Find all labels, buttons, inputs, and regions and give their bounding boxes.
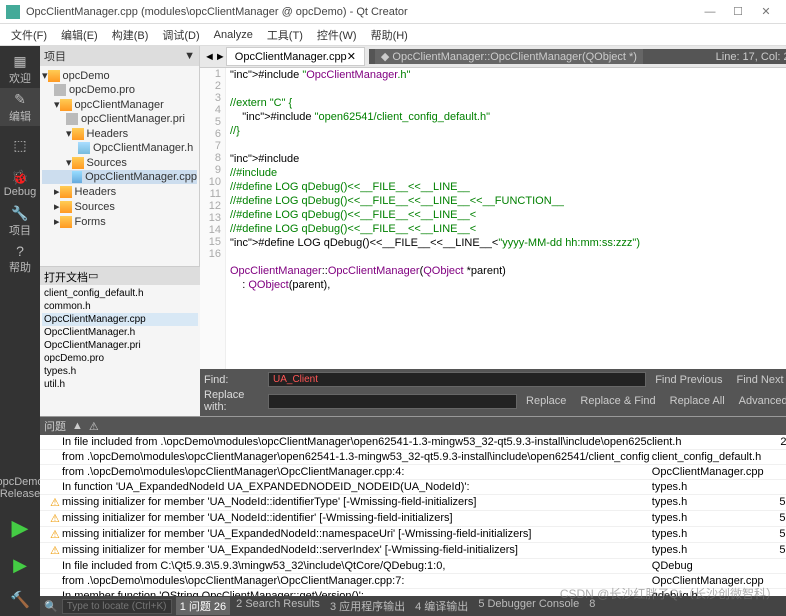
watermark: CSDN @长沙红胖子Qt（长沙创微智科） (560, 585, 778, 602)
tree-node[interactable]: ▾opcClientManager (42, 97, 197, 112)
issue-row[interactable]: from .\opcDemo\modules\opcClientManager\… (40, 465, 786, 480)
output-tab[interactable]: 2 Search Results (232, 597, 324, 615)
open-file-item[interactable]: opcDemo.pro (42, 352, 198, 365)
tree-node[interactable]: ▸Forms (42, 214, 197, 229)
warning-filter-icon[interactable]: ⚠ (89, 420, 99, 433)
output-tab[interactable]: 1 问题 26 (176, 597, 230, 615)
find-input[interactable] (268, 372, 646, 387)
project-tree[interactable]: ▾opcDemo opcDemo.pro▾opcClientManager op… (40, 66, 199, 231)
replace-all-button[interactable]: Replace All (665, 394, 730, 408)
nav-fwd-icon[interactable]: ► (215, 51, 226, 63)
issue-row[interactable]: ⚠missing initializer for member 'UA_Node… (40, 495, 786, 511)
split-icon[interactable]: ▭ (88, 269, 98, 283)
maximize-button[interactable]: ☐ (724, 5, 752, 18)
menu-item[interactable]: 文件(F) (4, 25, 54, 45)
issue-row[interactable]: In file included from .\opcDemo\modules\… (40, 435, 786, 450)
menu-item[interactable]: 控件(W) (310, 25, 364, 45)
filter-icon[interactable]: ▼ (184, 50, 195, 62)
issue-row[interactable]: from .\opcDemo\modules\opcClientManager\… (40, 450, 786, 465)
close-button[interactable]: ✕ (752, 5, 780, 18)
build-button[interactable]: 🔨 (4, 584, 36, 616)
menu-item[interactable]: 工具(T) (260, 25, 310, 45)
minimize-button[interactable]: — (696, 6, 724, 18)
cursor-position: Line: 17, Col: 22 (716, 51, 786, 63)
issue-row[interactable]: ⚠missing initializer for member 'UA_Expa… (40, 543, 786, 559)
symbol-crumb[interactable]: ◆ OpcClientManager::OpcClientManager(QOb… (375, 49, 643, 64)
issue-row[interactable]: In file included from C:\Qt5.9.3\5.9.3\m… (40, 559, 786, 574)
open-file-item[interactable]: util.h (42, 378, 198, 391)
menu-item[interactable]: 编辑(E) (54, 25, 105, 45)
issue-row[interactable]: ⚠missing initializer for member 'UA_Node… (40, 511, 786, 527)
run-button[interactable]: ▶ (6, 509, 35, 547)
menubar: 文件(F)编辑(E)构建(B)调试(D)Analyze工具(T)控件(W)帮助(… (0, 24, 786, 46)
tree-node[interactable]: ▾Sources (42, 155, 197, 170)
find-prev-button[interactable]: Find Previous (650, 373, 727, 387)
issue-row[interactable]: ⚠missing initializer for member 'UA_Expa… (40, 527, 786, 543)
find-next-button[interactable]: Find Next (731, 373, 786, 387)
tree-node[interactable]: ▸Sources (42, 199, 197, 214)
mode-帮助[interactable]: ?帮助 (0, 240, 40, 278)
open-file-item[interactable]: client_config_default.h (42, 287, 198, 300)
menu-item[interactable]: 调试(D) (155, 25, 206, 45)
menu-item[interactable]: 构建(B) (105, 25, 156, 45)
mode-item[interactable]: ⬚ (0, 126, 40, 164)
debug-run-button[interactable]: ▶ (7, 549, 33, 582)
tree-node[interactable]: OpcClientManager.h (42, 141, 197, 155)
project-panel-header: 项目 ▼ (40, 46, 199, 66)
output-tab[interactable]: 4 编译输出 (411, 597, 472, 615)
mode-项目[interactable]: 🔧项目 (0, 202, 40, 240)
tree-node[interactable]: ▾opcDemo (42, 68, 197, 83)
tree-node[interactable]: ▸Headers (42, 184, 197, 199)
filter-icon[interactable]: ▲ (72, 420, 83, 432)
locator-icon[interactable]: 🔍 (44, 600, 58, 613)
editor-toolbar: ◄ ► OpcClientManager.cpp ✕ ◆ OpcClientMa… (200, 46, 786, 68)
open-file-item[interactable]: types.h (42, 365, 198, 378)
mode-bar: ▦欢迎✎编辑⬚🐞Debug🔧项目?帮助 opcDemo Release ▶ ▶ … (0, 46, 40, 616)
open-file-item[interactable]: OpcClientManager.cpp (42, 313, 198, 326)
mode-编辑[interactable]: ✎编辑 (0, 88, 40, 126)
app-icon (6, 5, 20, 19)
open-files-panel: 打开文档▭ client_config_default.hcommon.hOpc… (40, 266, 200, 416)
find-bar: Find: Find Previous Find Next ✕ Replace … (200, 369, 786, 416)
menu-item[interactable]: Analyze (207, 27, 260, 43)
nav-back-icon[interactable]: ◄ (204, 51, 215, 63)
mode-欢迎[interactable]: ▦欢迎 (0, 50, 40, 88)
advanced-button[interactable]: Advanced... (734, 394, 786, 408)
tree-node[interactable]: opcDemo.pro (42, 83, 197, 97)
menu-item[interactable]: 帮助(H) (364, 25, 415, 45)
replace-button[interactable]: Replace (521, 394, 571, 408)
code-editor[interactable]: 12345678910111213141516 "inc">#include "… (200, 68, 786, 369)
mode-Debug[interactable]: 🐞Debug (0, 164, 40, 202)
open-file-item[interactable]: common.h (42, 300, 198, 313)
titlebar: OpcClientManager.cpp (modules\opcClientM… (0, 0, 786, 24)
output-tab[interactable]: 3 应用程序输出 (326, 597, 409, 615)
locator-input[interactable] (62, 599, 172, 614)
editor-tab[interactable]: OpcClientManager.cpp ✕ (226, 47, 365, 66)
open-file-item[interactable]: OpcClientManager.pri (42, 339, 198, 352)
open-file-item[interactable]: OpcClientManager.h (42, 326, 198, 339)
window-title: OpcClientManager.cpp (modules\opcClientM… (26, 6, 696, 18)
replace-input[interactable] (268, 394, 517, 409)
issues-panel: 问题 ▲ ⚠ ^ In file included from .\opcDemo… (40, 416, 786, 596)
tree-node[interactable]: opcClientManager.pri (42, 112, 197, 126)
kit-selector[interactable]: opcDemo Release (0, 469, 40, 507)
replace-find-button[interactable]: Replace & Find (575, 394, 660, 408)
tree-node[interactable]: ▾Headers (42, 126, 197, 141)
tree-node[interactable]: OpcClientManager.cpp (42, 170, 197, 184)
issue-row[interactable]: In function 'UA_ExpandedNodeId UA_EXPAND… (40, 480, 786, 495)
